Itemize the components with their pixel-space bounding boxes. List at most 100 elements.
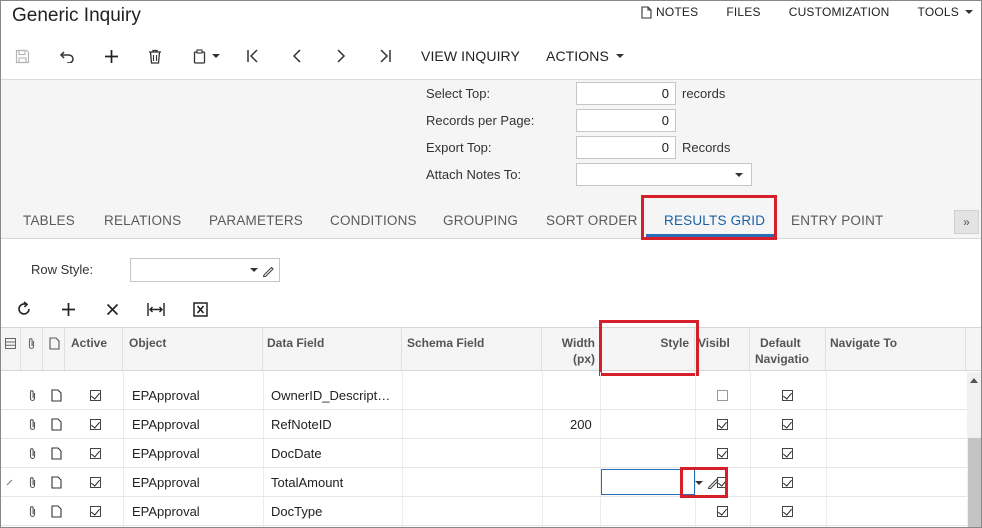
last-record-icon [380,49,391,63]
column-header-active[interactable]: Active [65,328,123,372]
select-top-input[interactable]: 0 [576,82,676,105]
undo-button[interactable] [56,41,78,71]
note-icon[interactable] [51,497,62,526]
tab-conditions[interactable]: CONDITIONS [330,213,417,228]
last-record-button[interactable] [374,41,396,71]
files-link[interactable]: FILES [726,3,760,21]
column-header-navigate-to[interactable]: Navigate To [826,328,966,372]
grid-vertical-scrollbar[interactable] [967,372,981,527]
column-header-row-selector[interactable] [1,328,21,372]
tab-entry-point[interactable]: ENTRY POINT [791,213,883,228]
delete-row-button[interactable] [101,295,123,323]
default-navigation-checkbox[interactable] [782,468,793,497]
default-navigation-checkbox[interactable] [782,381,793,410]
column-header-visible[interactable]: Visibl [695,328,750,372]
delete-button[interactable] [144,41,166,71]
table-row[interactable]: EPApproval DocDate [1,439,968,468]
attach-notes-select[interactable] [576,163,752,186]
undo-icon [59,51,74,63]
note-icon[interactable] [51,439,62,468]
notes-link[interactable]: NOTES [641,3,698,21]
add-row-button[interactable] [57,295,79,323]
active-checkbox[interactable] [90,381,101,410]
export-excel-button[interactable] [189,295,211,323]
copy-paste-menu[interactable] [189,41,223,71]
paperclip-icon[interactable] [28,497,37,526]
pencil-icon[interactable] [707,476,719,489]
column-header-data-field[interactable]: Data Field [263,328,402,372]
paperclip-icon[interactable] [28,381,37,410]
table-row[interactable]: EPApproval TotalAmount [1,468,968,497]
schema-field-header-label: Schema Field [407,336,485,350]
customization-link[interactable]: CUSTOMIZATION [789,3,890,21]
tools-menu[interactable]: TOOLS [918,3,973,21]
highlight-results-grid-tab [641,195,777,240]
table-row[interactable]: EPApproval DocType [1,497,968,526]
records-per-page-label: Records per Page: [426,113,535,128]
chevron-down-icon [615,54,624,58]
column-header-default-navigation[interactable]: Default Navigatio [750,328,826,372]
tab-grouping[interactable]: GROUPING [443,213,518,228]
paperclip-icon[interactable] [28,439,37,468]
visible-checkbox[interactable] [717,381,728,410]
chevron-down-icon [965,10,973,14]
column-header-attachments[interactable] [21,328,43,372]
column-header-width[interactable]: Width (px) [542,328,600,372]
tab-parameters[interactable]: PARAMETERS [209,213,303,228]
paperclip-icon[interactable] [28,410,37,439]
table-row[interactable]: EPApproval OwnerID_Descript… [1,381,968,410]
note-icon[interactable] [51,468,62,497]
scrollbar-thumb[interactable] [968,438,981,527]
width-header-unit: (px) [573,352,595,366]
view-inquiry-button[interactable]: VIEW INQUIRY [421,41,520,71]
previous-record-button[interactable] [286,41,308,71]
paperclip-icon[interactable] [28,468,37,497]
save-button[interactable] [11,41,33,71]
delete-row-icon [106,303,118,315]
visible-checkbox[interactable] [717,497,728,526]
visible-checkbox[interactable] [717,410,728,439]
refresh-button[interactable] [13,295,35,323]
first-record-button[interactable] [242,41,264,71]
scroll-up-icon[interactable] [970,378,978,383]
data-field-cell: TotalAmount [271,475,344,490]
attach-notes-label: Attach Notes To: [426,167,522,182]
tab-scroll-button[interactable]: » [954,210,979,234]
active-checkbox[interactable] [90,497,101,526]
default-navigation-checkbox[interactable] [782,439,793,468]
tab-sort-order[interactable]: SORT ORDER [546,213,638,228]
save-icon [15,49,29,63]
visible-checkbox[interactable] [717,439,728,468]
active-checkbox[interactable] [90,439,101,468]
default-navigation-checkbox[interactable] [782,410,793,439]
export-top-input[interactable]: 0 [576,136,676,159]
add-button[interactable] [100,41,122,71]
chevron-down-icon [735,173,743,177]
column-header-notes[interactable] [43,328,65,372]
column-header-schema-field[interactable]: Schema Field [402,328,542,372]
active-checkbox[interactable] [90,468,101,497]
active-checkbox[interactable] [90,410,101,439]
object-cell: EPApproval [132,388,200,403]
fit-to-screen-button[interactable] [145,295,167,323]
chevron-down-icon[interactable] [250,268,258,272]
object-header-label: Object [129,336,167,350]
actions-label: ACTIONS [546,48,609,64]
notes-label: NOTES [656,5,699,19]
tab-tables[interactable]: TABLES [23,213,75,228]
tab-relations[interactable]: RELATIONS [104,213,181,228]
records-per-page-input[interactable]: 0 [576,109,676,132]
data-field-cell: RefNoteID [271,417,332,432]
table-row[interactable]: EPApproval RefNoteID 200 [1,410,968,439]
column-header-object[interactable]: Object [123,328,263,372]
note-icon[interactable] [51,381,62,410]
pencil-icon[interactable] [262,264,274,277]
default-navigation-checkbox[interactable] [782,497,793,526]
next-record-button[interactable] [330,41,352,71]
row-style-input[interactable] [130,258,280,282]
note-icon[interactable] [51,410,62,439]
highlight-style-editor [680,467,728,498]
actions-menu[interactable]: ACTIONS [546,41,624,71]
highlight-style-column [599,320,699,376]
chevron-down-icon[interactable] [695,481,703,485]
